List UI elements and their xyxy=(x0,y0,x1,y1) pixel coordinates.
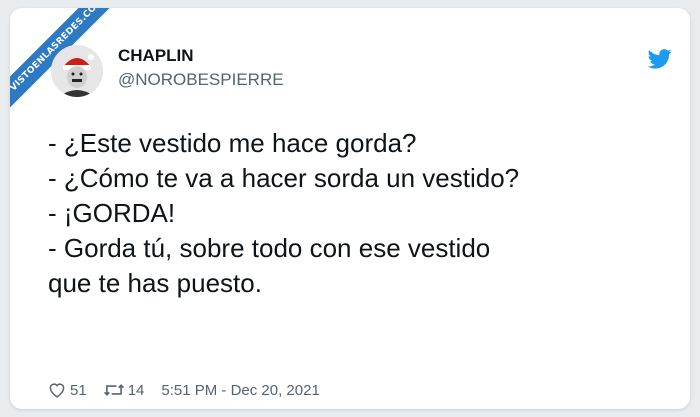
tweet-line: - ¿Cómo te va a hacer sorda un vestido? xyxy=(48,163,520,193)
retweet-button[interactable]: 14 xyxy=(103,381,145,399)
display-name[interactable]: CHAPLIN xyxy=(118,46,194,66)
retweet-count: 14 xyxy=(127,381,145,399)
tweet-card: VISTOENLASREDES.COM CHAPLIN @NOROBESPIER… xyxy=(10,8,690,409)
tweet-line: que te has puesto. xyxy=(48,268,262,298)
tweet-timestamp[interactable]: 5:51 PM - Dec 20, 2021 xyxy=(161,382,319,399)
tweet-footer: 51 14 5:51 PM - Dec 20, 2021 xyxy=(48,380,320,400)
retweet-icon xyxy=(103,382,125,398)
like-count: 51 xyxy=(70,381,87,399)
user-handle[interactable]: @NOROBESPIERRE xyxy=(118,70,284,90)
tweet-line: - Gorda tú, sobre todo con ese vestido xyxy=(48,233,491,263)
tweet-line: - ¡GORDA! xyxy=(48,198,176,228)
like-button[interactable]: 51 xyxy=(48,382,87,399)
avatar-image xyxy=(51,45,103,97)
heart-icon xyxy=(48,382,66,398)
avatar[interactable] xyxy=(51,45,103,97)
twitter-bird-icon[interactable] xyxy=(647,49,672,69)
tweet-text: - ¿Este vestido me hace gorda? - ¿Cómo t… xyxy=(48,126,668,301)
tweet-line: - ¿Este vestido me hace gorda? xyxy=(48,128,417,158)
